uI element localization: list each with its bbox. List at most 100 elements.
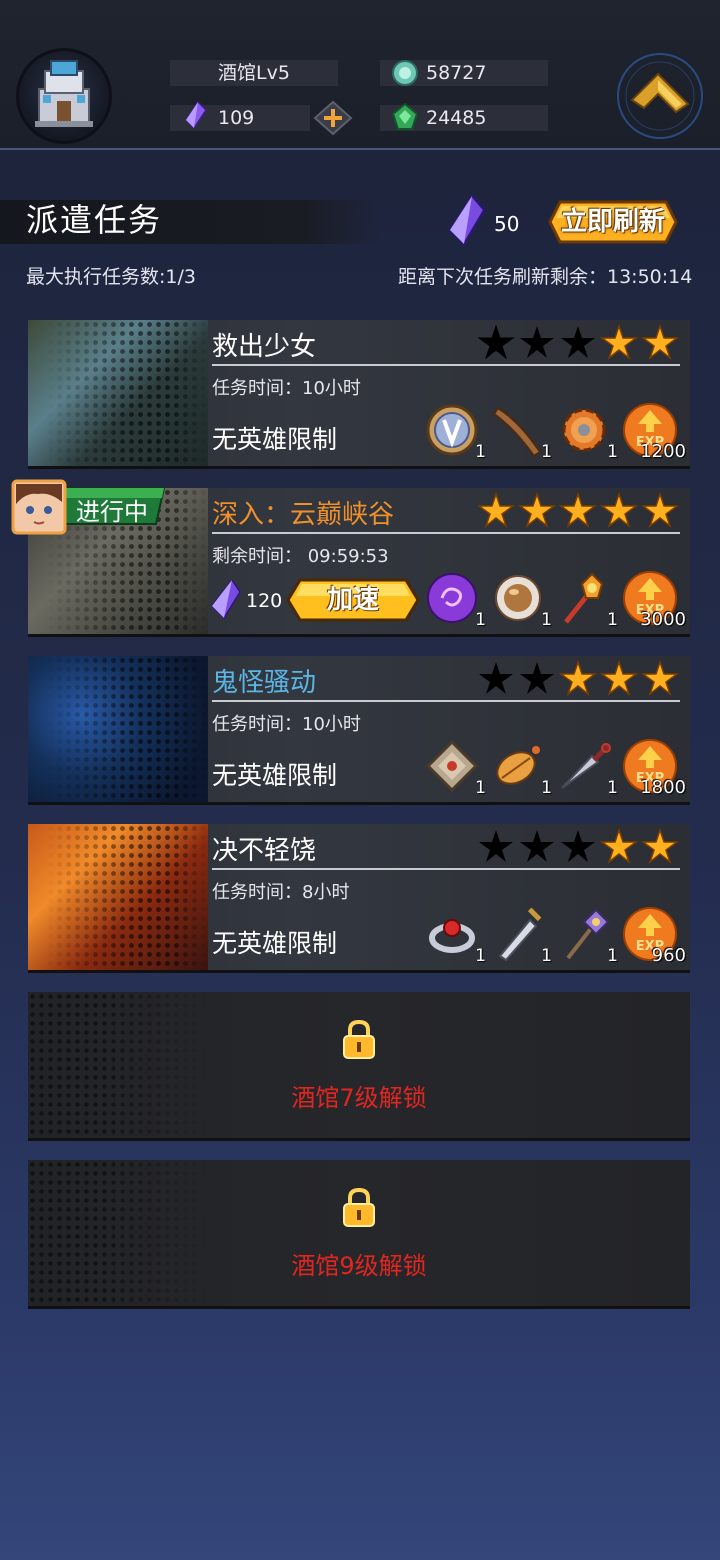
reward-item[interactable]: 1 [424, 570, 488, 630]
refresh-cost: 50 [494, 212, 520, 236]
task-art-image [28, 824, 208, 970]
reward-item[interactable]: 1 [490, 906, 554, 966]
reward-count: 1 [607, 442, 618, 462]
task-title: 决不轻饶 [212, 836, 317, 866]
reward-count: 1 [475, 610, 486, 630]
in-progress-badge: 进行中 [10, 478, 170, 536]
purple-orb-icon [427, 573, 477, 623]
brown-orb-icon [495, 575, 541, 621]
hero-limit: 无英雄限制 [212, 929, 338, 958]
task-art-image [28, 320, 208, 466]
sword-icon [498, 907, 542, 962]
speedup-label: 加速 [326, 585, 379, 615]
exp-reward[interactable]: EXP 1200 [622, 402, 688, 462]
speedup-crystal-icon [211, 578, 241, 620]
reward-count: 1 [475, 442, 486, 462]
reward-count: 1 [475, 946, 486, 966]
task-time: 任务时间：10小时 [212, 378, 361, 399]
reward-count: 1 [607, 610, 618, 630]
ruby-ring-icon [429, 919, 475, 953]
speedup-cost: 120 [246, 590, 283, 612]
tavern-icon[interactable] [16, 48, 112, 144]
task-card[interactable]: 救出少女 任务时间：10小时 无英雄限制 1 1 1 EXP 1200 [28, 320, 690, 466]
task-title: 深入：云巅峡谷 [212, 500, 395, 530]
difficulty-stars [476, 491, 683, 529]
spellbook-icon [425, 739, 479, 793]
page-title: 派遣任务 [26, 201, 163, 239]
reward-item[interactable]: 1 [556, 402, 620, 462]
status-label: 进行中 [76, 498, 148, 526]
gear-icon [562, 408, 606, 452]
top-bar: 酒馆Lv5 109 58727 24485 [0, 0, 720, 150]
divider [212, 868, 680, 870]
hero-avatar[interactable] [10, 478, 68, 536]
star-icon [477, 324, 515, 360]
exp-count: 1200 [640, 441, 686, 462]
reward-count: 1 [541, 946, 552, 966]
reward-count: 1 [607, 946, 618, 966]
difficulty-stars [478, 659, 683, 697]
tavern-level-box: 酒馆Lv5 [170, 60, 338, 86]
task-card[interactable]: 鬼怪骚动 任务时间：10小时 无英雄限制 1 1 1 EXP 1800 [28, 656, 690, 802]
crystal-count: 109 [218, 107, 255, 129]
locked-slot: 酒馆9级解锁 [28, 1160, 690, 1306]
reward-item[interactable]: 1 [556, 570, 620, 630]
reward-count: 1 [607, 778, 618, 798]
medal-wand-icon [564, 572, 604, 624]
seed-pod-icon [496, 746, 540, 785]
unlock-requirement: 酒馆9级解锁 [291, 1252, 427, 1280]
remaining-time: 剩余时间： 09:59:53 [212, 546, 389, 567]
task-time: 任务时间：8小时 [212, 882, 350, 903]
back-button[interactable] [614, 50, 706, 142]
locked-slot: 酒馆7级解锁 [28, 992, 690, 1138]
wooden-club-icon [492, 406, 542, 458]
reward-item[interactable]: 1 [490, 402, 554, 462]
tavern-level-label: 酒馆Lv5 [218, 62, 290, 84]
next-refresh-timer: 距离下次任务刷新剩余：13:50:14 [398, 266, 693, 288]
max-tasks-label: 最大执行任务数:1/3 [26, 266, 196, 288]
reward-item[interactable]: 1 [556, 738, 620, 798]
task-art-image [28, 656, 208, 802]
add-crystal-button[interactable] [313, 100, 353, 136]
lock-icon [343, 1187, 375, 1227]
reward-count: 1 [541, 778, 552, 798]
refresh-crystal-icon [448, 194, 486, 246]
task-card[interactable]: 决不轻饶 任务时间：8小时 无英雄限制 1 1 1 EXP 960 [28, 824, 690, 970]
lock-icon [343, 1019, 375, 1059]
reward-item[interactable]: 1 [556, 906, 620, 966]
crystal-icon [185, 100, 207, 130]
kunai-icon [561, 743, 611, 789]
reward-item[interactable]: 1 [424, 738, 488, 798]
green-gem-icon [391, 102, 419, 130]
reward-item[interactable]: 1 [490, 738, 554, 798]
task-title: 鬼怪骚动 [212, 668, 317, 698]
refresh-button-label: 立即刷新 [560, 207, 665, 237]
staff-icon [566, 908, 610, 960]
divider [212, 700, 680, 702]
reward-item[interactable]: 1 [424, 402, 488, 462]
exp-count: 960 [651, 945, 686, 966]
reward-item[interactable]: 1 [490, 570, 554, 630]
reward-count: 1 [541, 610, 552, 630]
reward-count: 1 [475, 778, 486, 798]
task-title: 救出少女 [212, 332, 317, 362]
exp-reward[interactable]: EXP 3000 [622, 570, 688, 630]
exp-count: 1800 [640, 777, 686, 798]
speedup-button[interactable]: 加速 [286, 578, 420, 622]
hero-limit: 无英雄限制 [212, 761, 338, 790]
task-time: 任务时间：10小时 [212, 714, 361, 735]
difficulty-stars [478, 827, 683, 865]
exp-reward[interactable]: EXP 1800 [622, 738, 688, 798]
reward-item[interactable]: 1 [424, 906, 488, 966]
divider [212, 532, 680, 534]
green-gem-count: 24485 [426, 107, 487, 129]
difficulty-stars [477, 323, 683, 361]
coin-token-icon [426, 404, 478, 456]
reward-count: 1 [541, 442, 552, 462]
refresh-now-button[interactable]: 立即刷新 [548, 200, 678, 244]
divider [212, 364, 680, 366]
hero-limit: 无英雄限制 [212, 425, 338, 454]
exp-reward[interactable]: EXP 960 [622, 906, 688, 966]
exp-count: 3000 [640, 609, 686, 630]
coin-count: 58727 [426, 62, 487, 84]
